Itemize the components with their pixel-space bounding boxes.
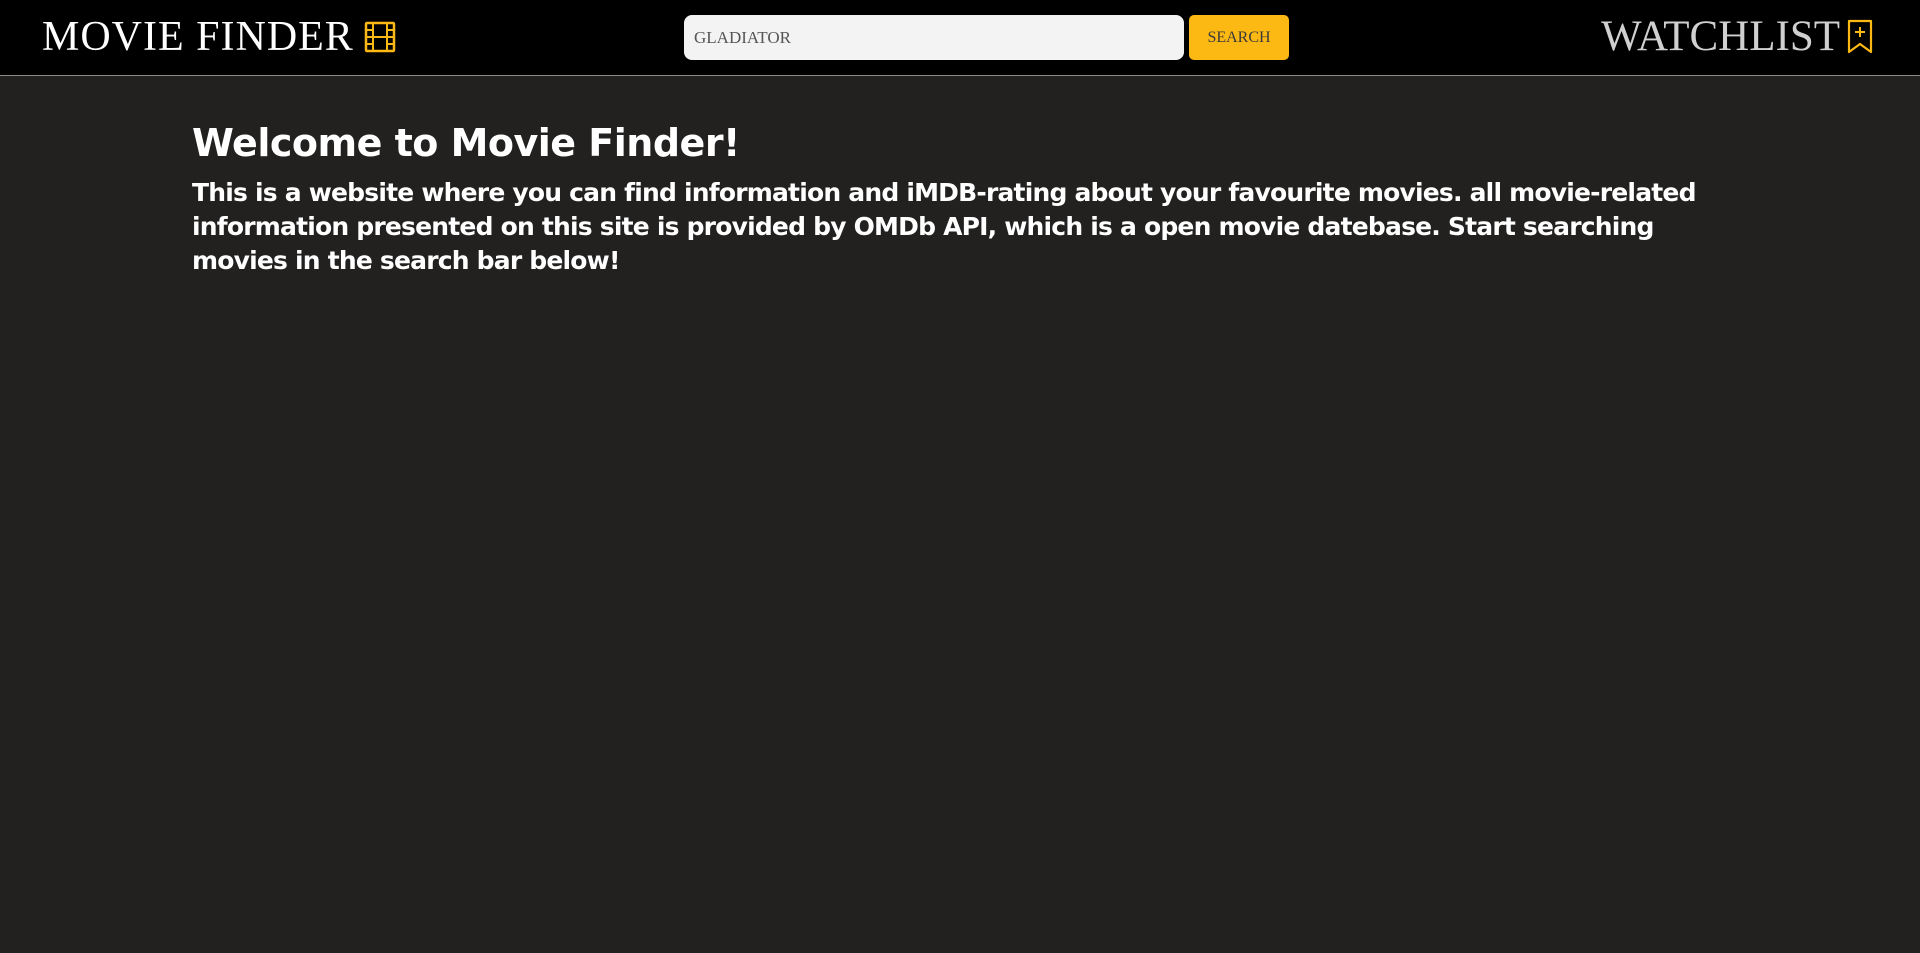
page-title: Welcome to Movie Finder!: [192, 121, 740, 165]
brand-link[interactable]: MOVIE FINDER: [42, 14, 396, 60]
bookmark-plus-icon: [1846, 19, 1874, 55]
welcome-description: This is a website where you can find inf…: [192, 178, 1696, 275]
brand-title: MOVIE FINDER: [42, 14, 354, 60]
watchlist-label: WATCHLIST: [1601, 13, 1840, 60]
search-input[interactable]: [684, 15, 1184, 60]
navbar: MOVIE FINDER SEARCH WATCHLIST: [0, 0, 1920, 76]
film-icon: [364, 21, 396, 53]
search-button[interactable]: SEARCH: [1189, 15, 1289, 60]
search-form: SEARCH: [684, 15, 1289, 60]
welcome-section: Welcome to Movie Finder! This is a websi…: [192, 118, 1732, 278]
watchlist-link[interactable]: WATCHLIST: [1601, 14, 1874, 60]
